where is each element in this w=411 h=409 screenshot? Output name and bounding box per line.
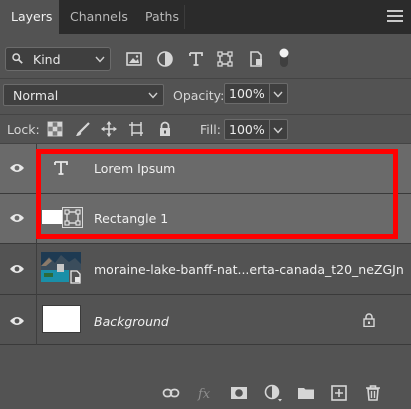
blend-mode-select[interactable]: Normal [3, 84, 164, 106]
panel-tab-bar: Layers Channels Paths [0, 0, 411, 34]
filter-kind-label: Kind [33, 52, 61, 67]
smart-object-badge-icon [69, 270, 83, 284]
type-layer-icon [54, 161, 68, 175]
layer-name: Rectangle 1 [94, 211, 169, 226]
layer-row-rectangle-1[interactable]: Rectangle 1 [0, 194, 411, 244]
chevron-down-icon[interactable] [273, 127, 283, 134]
lock-all-icon[interactable] [157, 121, 173, 137]
field-divider [269, 84, 270, 103]
field-divider [269, 120, 270, 139]
layers-bottom-toolbar: fx [0, 376, 411, 409]
tab-layers[interactable]: Layers [0, 0, 59, 34]
delete-layer-icon[interactable] [364, 384, 382, 402]
new-group-icon[interactable] [297, 384, 315, 402]
vector-mask-icon [62, 207, 83, 228]
chevron-down-icon[interactable] [273, 91, 283, 98]
lock-artboard-icon[interactable] [128, 121, 144, 137]
search-icon [12, 53, 23, 64]
blend-mode-value: Normal [13, 88, 59, 103]
opacity-value: 100% [229, 86, 265, 101]
chevron-down-icon [148, 92, 158, 99]
tab-divider [184, 5, 185, 29]
layers-list: Lorem Ipsum Rectangle 1 moraine-lake-ban… [0, 144, 411, 345]
visibility-eye-icon[interactable] [9, 263, 25, 275]
visibility-eye-icon[interactable] [9, 315, 25, 327]
fill-value: 100% [229, 122, 265, 137]
svg-text:fx: fx [197, 387, 211, 402]
link-layers-icon[interactable] [162, 384, 180, 402]
add-layer-style-icon[interactable]: fx [197, 384, 215, 402]
type-filter-icon[interactable] [186, 49, 206, 69]
tab-channels[interactable]: Channels [59, 0, 134, 34]
shape-filter-icon[interactable] [215, 49, 235, 69]
fill-label: Fill: [200, 122, 221, 137]
divider [0, 114, 411, 115]
column-divider [36, 144, 37, 194]
fill-field[interactable]: 100% [224, 119, 288, 140]
lock-label: Lock: [7, 122, 40, 137]
adjustment-filter-icon[interactable] [155, 49, 175, 69]
layer-name: Background [94, 314, 169, 329]
visibility-eye-icon[interactable] [9, 162, 25, 174]
divider [0, 78, 411, 79]
lock-transparent-pixels-icon[interactable] [47, 121, 63, 137]
image-filter-icon[interactable] [124, 49, 144, 69]
layer-row-lorem-ipsum[interactable]: Lorem Ipsum [0, 144, 411, 194]
tab-paths[interactable]: Paths [134, 0, 184, 34]
layer-lock-icon[interactable] [363, 313, 375, 327]
layer-thumbnail-white [42, 305, 81, 333]
layer-name: Lorem Ipsum [94, 161, 176, 176]
filter-toggle-icon[interactable] [274, 46, 294, 70]
column-divider [36, 244, 37, 295]
opacity-field[interactable]: 100% [224, 83, 288, 104]
new-adjustment-layer-icon[interactable] [264, 384, 282, 402]
lock-image-pixels-icon[interactable] [75, 121, 91, 137]
layer-name: moraine-lake-banff-nat...erta-canada_t20… [94, 262, 404, 277]
panel-menu-icon[interactable] [387, 10, 403, 24]
layer-row-background[interactable]: Background [0, 295, 411, 345]
opacity-label: Opacity: [173, 88, 225, 103]
smart-object-filter-icon[interactable] [246, 49, 266, 69]
filter-kind-select[interactable]: Kind [5, 47, 111, 71]
new-layer-icon[interactable] [330, 384, 348, 402]
column-divider [36, 295, 37, 345]
add-mask-icon[interactable] [230, 384, 248, 402]
column-divider [36, 194, 37, 244]
layer-row-moraine-lake[interactable]: moraine-lake-banff-nat...erta-canada_t20… [0, 244, 411, 295]
visibility-eye-icon[interactable] [9, 212, 25, 224]
chevron-down-icon [95, 56, 105, 63]
lock-position-icon[interactable] [101, 121, 117, 137]
